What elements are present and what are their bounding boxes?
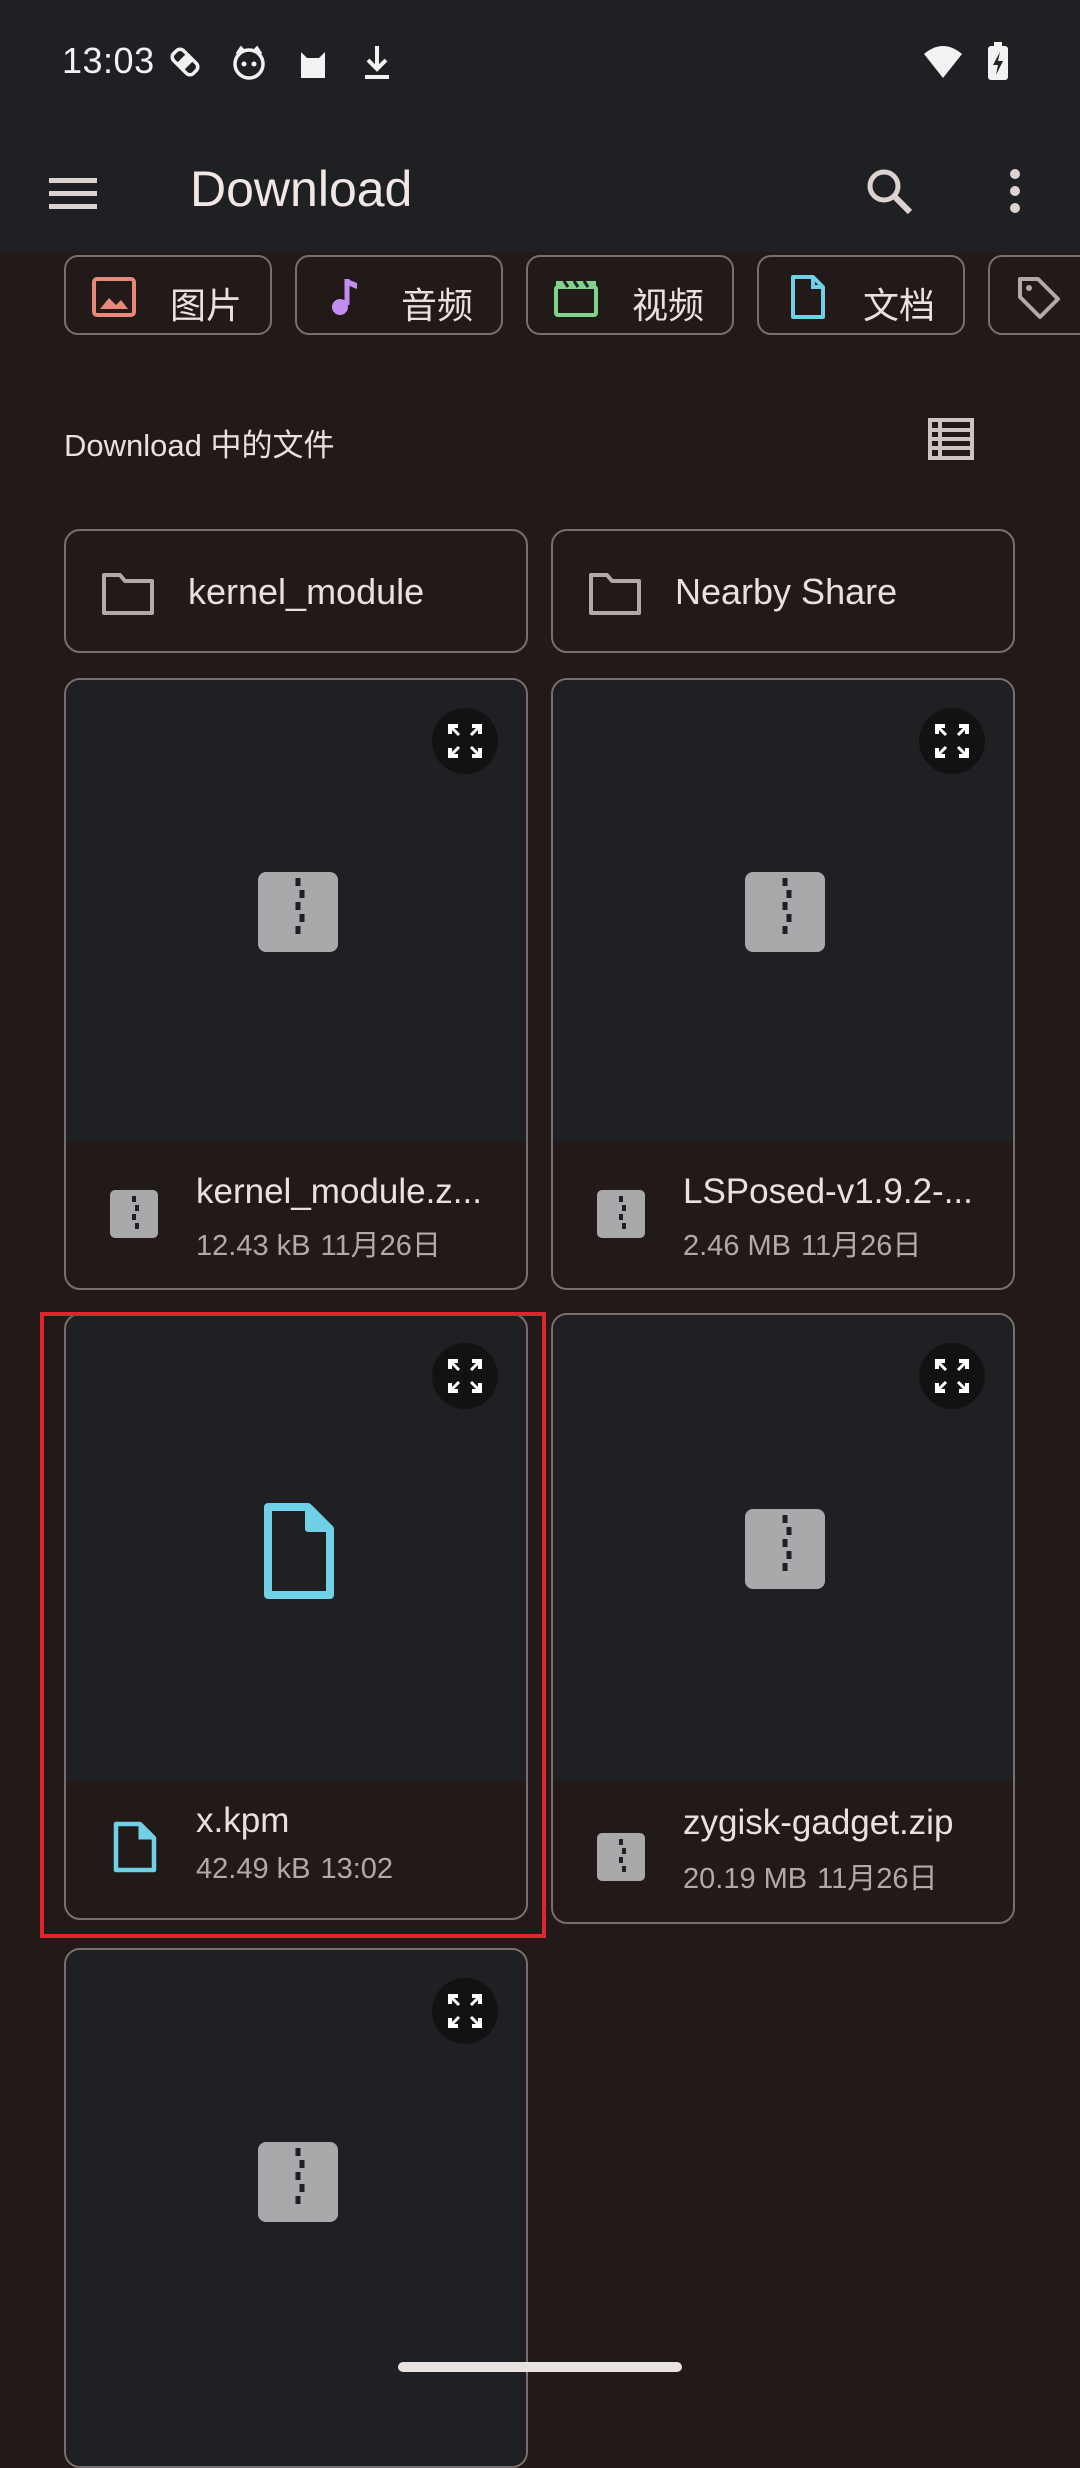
- more-options-button[interactable]: [982, 158, 1048, 224]
- file-meta: 2.46 MB 11月26日: [683, 1222, 931, 1264]
- chip-documents[interactable]: 文档: [757, 255, 965, 335]
- battery-charging-icon: [988, 42, 1008, 80]
- chip-images[interactable]: 图片: [64, 255, 272, 335]
- zip-file-icon: [597, 1833, 645, 1881]
- file-date: 11月26日: [801, 1230, 922, 1262]
- file-info: zygisk-gadget.zip 20.19 MB 11月26日: [553, 1781, 1013, 1922]
- file-card[interactable]: kernel_module.z... 12.43 kB 11月26日: [64, 678, 528, 1290]
- file-info: LSPosed-v1.9.2-... 2.46 MB 11月26日: [553, 1142, 1013, 1288]
- wifi-icon: [924, 46, 962, 78]
- expand-preview-button[interactable]: [432, 1978, 498, 2044]
- folder-name: kernel_module: [188, 571, 425, 612]
- file-name: zygisk-gadget.zip: [683, 1803, 954, 1842]
- cat-icon: [301, 52, 325, 78]
- video-icon: [554, 280, 598, 317]
- fullscreen-icon: [448, 724, 482, 758]
- file-date: 11月26日: [817, 1863, 938, 1895]
- file-size: 2.46 MB: [683, 1230, 791, 1262]
- chip-label: 音频: [401, 285, 474, 326]
- expand-preview-button[interactable]: [919, 708, 985, 774]
- document-icon: [791, 275, 825, 319]
- home-indicator[interactable]: [398, 2362, 682, 2372]
- download-icon: [365, 46, 389, 79]
- music-note-icon: [332, 279, 357, 315]
- zip-file-icon: [258, 2142, 338, 2222]
- file-info: kernel_module.z... 12.43 kB 11月26日: [66, 1142, 526, 1288]
- status-time: 13:03: [62, 40, 155, 81]
- folder-icon: [102, 573, 154, 615]
- folder-item[interactable]: Nearby Share: [551, 529, 1015, 653]
- hamburger-menu-icon: [49, 178, 97, 209]
- file-meta: 20.19 MB 11月26日: [683, 1855, 948, 1897]
- file-thumbnail: [553, 680, 1013, 1142]
- menu-button[interactable]: [40, 160, 106, 226]
- file-thumbnail: [66, 1950, 526, 2466]
- file-card[interactable]: zygisk-gadget.zip 20.19 MB 11月26日: [551, 1313, 1015, 1924]
- chip-audio[interactable]: 音频: [295, 255, 503, 335]
- file-name: kernel_module.z...: [196, 1172, 482, 1211]
- file-size: 12.43 kB: [196, 1230, 311, 1262]
- file-thumbnail: [66, 680, 526, 1142]
- cat-face-icon: [233, 45, 265, 80]
- tag-icon: [1018, 277, 1060, 319]
- folder-item[interactable]: kernel_module: [64, 529, 528, 653]
- zip-file-icon: [745, 1509, 825, 1589]
- chip-label: 文档: [863, 285, 936, 326]
- search-button[interactable]: [856, 158, 922, 224]
- more-vert-icon: [1010, 169, 1020, 213]
- section-title: Download 中的文件: [64, 428, 335, 463]
- zip-file-icon: [745, 872, 825, 952]
- status-bar: 13:03: [0, 0, 1080, 130]
- file-card[interactable]: LSPosed-v1.9.2-... 2.46 MB 11月26日: [551, 678, 1015, 1290]
- folder-name: Nearby Share: [675, 571, 898, 612]
- search-icon: [867, 169, 913, 215]
- folder-icon: [589, 573, 641, 615]
- file-thumbnail: [553, 1315, 1013, 1781]
- fullscreen-icon: [935, 1359, 969, 1393]
- file-card[interactable]: [64, 1948, 528, 2468]
- expand-preview-button[interactable]: [432, 708, 498, 774]
- view-toggle-button[interactable]: [920, 408, 982, 470]
- app-bar: Download: [0, 130, 1080, 252]
- status-system-icons: [922, 42, 1010, 82]
- fullscreen-icon: [935, 724, 969, 758]
- filter-chips: 图片 音频 视频 文档: [64, 255, 1080, 339]
- selection-highlight: [40, 1312, 546, 1938]
- bandage-icon: [170, 47, 200, 77]
- chip-label: 视频: [632, 285, 705, 326]
- expand-preview-button[interactable]: [919, 1343, 985, 1409]
- zip-file-icon: [258, 872, 338, 952]
- list-view-icon: [928, 418, 974, 460]
- status-notification-icons: [165, 42, 397, 82]
- chip-label: 图片: [170, 285, 243, 326]
- zip-file-icon: [597, 1190, 645, 1238]
- file-size: 20.19 MB: [683, 1863, 808, 1895]
- zip-file-icon: [110, 1190, 158, 1238]
- chip-tag[interactable]: [988, 255, 1080, 335]
- file-date: 11月26日: [320, 1230, 441, 1262]
- fullscreen-icon: [448, 1994, 482, 2028]
- image-icon: [92, 277, 136, 317]
- file-name: LSPosed-v1.9.2-...: [683, 1172, 973, 1211]
- chip-video[interactable]: 视频: [526, 255, 734, 335]
- page-title: Download: [190, 161, 413, 217]
- file-meta: 12.43 kB 11月26日: [196, 1222, 451, 1264]
